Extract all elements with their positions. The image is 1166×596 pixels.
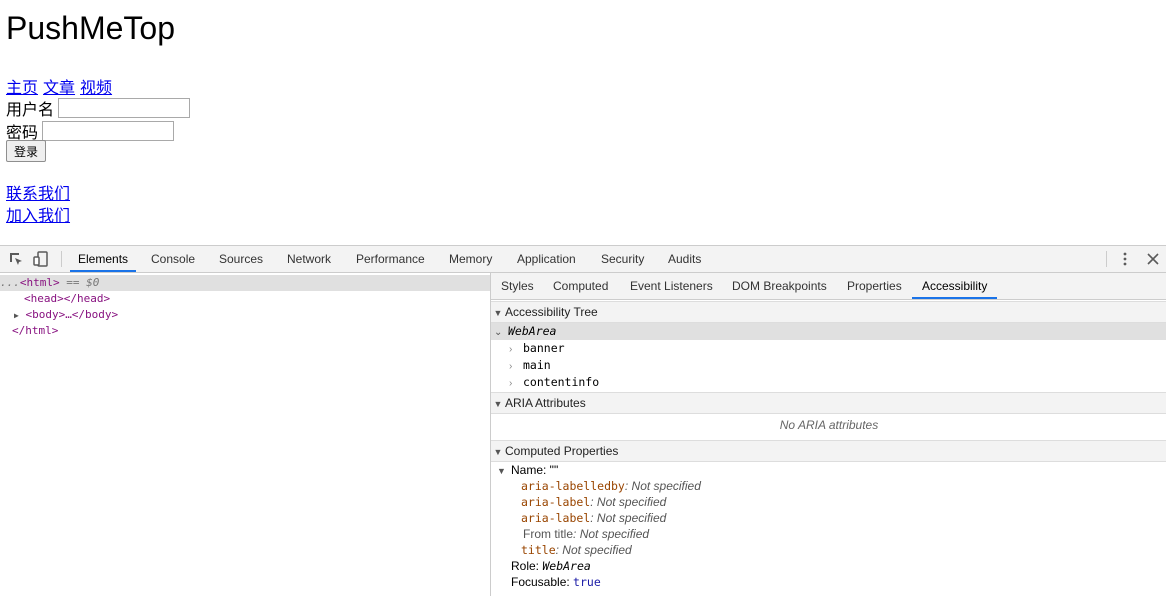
collapse-triangle-icon[interactable]: ▼ [497,463,511,480]
tab-accessibility[interactable]: Accessibility [912,273,998,299]
username-label: 用户名 [6,102,55,119]
ax-source-value: Not specified [596,495,667,509]
tab-event-listeners[interactable]: Event Listeners [630,273,713,299]
tab-styles[interactable]: Styles [501,273,534,299]
ax-node-label: WebArea [508,324,557,338]
dom-html-tag: <html> [19,276,60,289]
chevron-right-icon[interactable]: › [509,341,523,358]
nav-link-home[interactable]: 主页 [6,80,38,97]
nav-link-articles[interactable]: 文章 [43,80,75,97]
tab-performance[interactable]: Performance [356,246,425,272]
ax-node-label: main [523,358,551,372]
dom-node-ellipsis[interactable]: ... [0,276,20,289]
footer-link-join[interactable]: 加入我们 [6,202,70,226]
ax-source-value: Not specified [579,527,650,541]
nav-link-videos[interactable]: 视频 [80,80,112,97]
chevron-right-icon[interactable]: › [509,375,523,392]
dom-html-close-tag: </html> [12,324,59,337]
devtools-panel: Elements Console Sources Network Perform… [0,245,1166,596]
ax-source-prop: aria-label [521,511,591,525]
dom-node-html-close: </html> [12,323,58,339]
ax-name-source: aria-label: Not specified [521,511,667,525]
ax-focusable-value: true [573,575,601,589]
aria-empty-message: No ARIA attributes [779,418,879,432]
page-title: PushMeTop [6,10,175,46]
ax-node-banner[interactable]: › banner [509,340,565,357]
ax-name-source: title: Not specified [521,543,632,557]
tab-network[interactable]: Network [287,246,331,272]
tab-properties[interactable]: Properties [847,273,902,299]
toolbar-divider [61,251,62,267]
tab-application[interactable]: Application [517,246,576,272]
ax-role-row: Role: WebArea [511,558,591,575]
dom-node-head[interactable]: <head></head> [24,291,110,307]
ax-role-value: WebArea [542,559,591,573]
accessibility-tree-title: Accessibility Tree [505,305,598,319]
ax-source-value: Not specified [631,479,701,493]
collapse-triangle-icon[interactable]: ▼ [491,394,505,414]
ax-node-main[interactable]: › main [509,357,551,374]
tab-memory[interactable]: Memory [449,246,492,272]
dom-body-tag: <body>…</body> [25,308,119,321]
webpage: PushMeTop 主页 文章 视频 用户名 密码 登录 联系我们 加入我们 [0,0,1166,245]
devtools-toolbar: Elements Console Sources Network Perform… [0,246,1166,273]
tab-computed[interactable]: Computed [553,273,608,299]
ax-name-row[interactable]: ▼ Name: "" [497,462,558,479]
ax-source-prop: title [521,543,556,557]
username-row: 用户名 [6,96,191,120]
chevron-down-icon[interactable]: ⌄ [494,324,508,341]
ax-name-source: aria-labelledby: Not specified [521,479,701,493]
ax-node-label: banner [523,341,565,355]
device-toolbar-icon[interactable] [33,251,49,267]
ax-source-prop: aria-labelledby [521,479,625,493]
collapse-triangle-icon[interactable]: ▼ [491,442,505,462]
sidebar-tabs: Styles Computed Event Listeners DOM Brea… [491,273,1166,300]
chevron-right-icon[interactable]: › [509,358,523,375]
tab-dom-breakpoints[interactable]: DOM Breakpoints [732,273,827,299]
username-input[interactable] [58,98,191,118]
dom-node-body[interactable]: ▶ <body>…</body> [14,307,118,323]
tab-elements[interactable]: Elements [70,246,137,272]
ax-source-value: Not specified [596,511,667,525]
tab-security[interactable]: Security [601,246,644,272]
ax-node-webarea[interactable]: ⌄ WebArea [491,323,1166,340]
kebab-menu-icon[interactable] [1117,251,1133,267]
dom-head-tag: <head></head> [24,292,111,305]
ax-node-contentinfo[interactable]: › contentinfo [509,374,599,391]
ax-source-value: Not specified [562,543,632,557]
footer-link-contact[interactable]: 联系我们 [6,180,70,204]
ax-focusable-row: Focusable: true [511,574,601,591]
aria-attributes-title: ARIA Attributes [505,396,586,410]
ax-focusable-label: Focusable: [511,575,574,589]
ax-name-source: aria-label: Not specified [521,495,667,509]
computed-properties-title: Computed Properties [505,444,619,458]
nav: 主页 文章 视频 [6,74,117,98]
dom-tree: ...<html> == $0 <head></head> ▶ <body>…<… [0,273,490,596]
ax-source-prop: aria-label [521,495,591,509]
sidebar-pane: Styles Computed Event Listeners DOM Brea… [490,273,1166,596]
tab-audits[interactable]: Audits [668,246,701,272]
password-input[interactable] [42,121,175,141]
ax-role-label: Role: [511,559,543,573]
aria-attributes-header[interactable]: ▼ ARIA Attributes [491,392,1166,414]
expand-triangle-icon[interactable]: ▶ [14,311,19,320]
toolbar-divider-right [1106,251,1107,267]
collapse-triangle-icon[interactable]: ▼ [491,303,505,323]
dom-selected-marker: == $0 [59,276,100,289]
ax-source-prop: From title [523,527,574,541]
ax-node-label: contentinfo [523,375,600,389]
dom-node-html[interactable]: ...<html> == $0 [0,275,490,291]
ax-name-label: Name: "" [511,463,559,477]
tab-sources[interactable]: Sources [219,246,263,272]
tab-console[interactable]: Console [151,246,195,272]
accessibility-tree-header[interactable]: ▼ Accessibility Tree [491,301,1166,323]
inspect-element-icon[interactable] [8,251,24,267]
login-button[interactable]: 登录 [6,140,46,162]
computed-properties-header[interactable]: ▼ Computed Properties [491,440,1166,462]
close-icon[interactable] [1145,251,1161,267]
ax-name-source: From title: Not specified [523,527,650,541]
